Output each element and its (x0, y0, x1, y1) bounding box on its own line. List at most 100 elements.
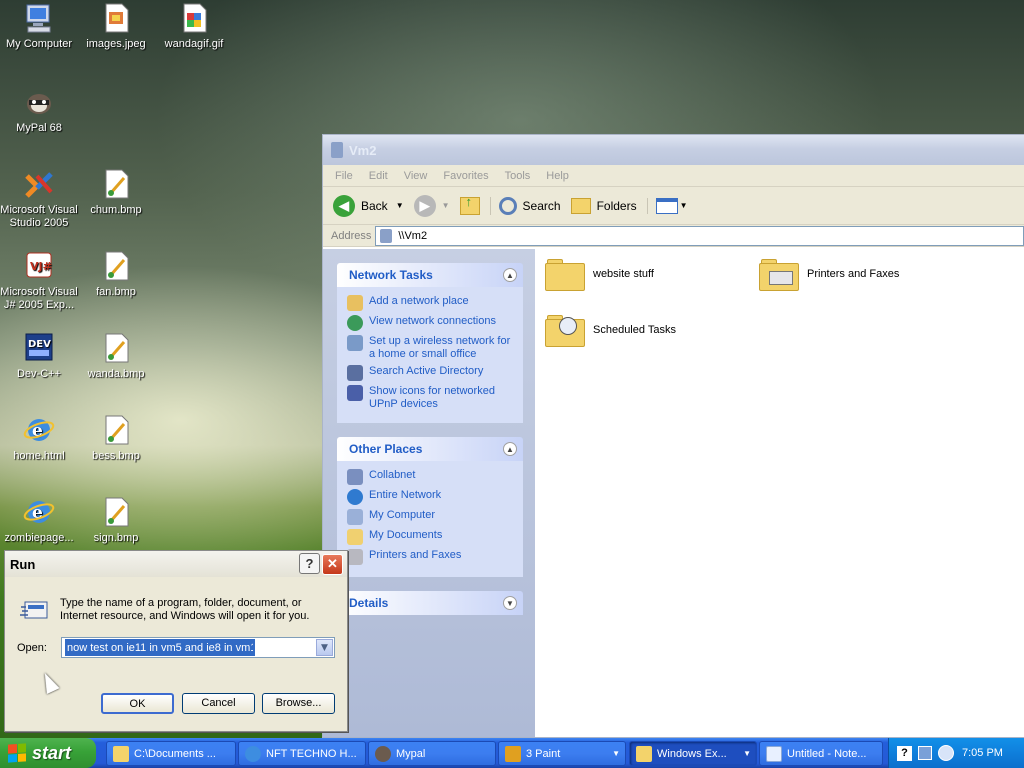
menu-view[interactable]: View (396, 170, 436, 182)
share-website-stuff[interactable]: website stuff (545, 257, 654, 291)
desktop-icon-mypal[interactable]: MyPal 68 (0, 86, 78, 135)
printers-and-faxes-item[interactable]: Printers and Faxes (759, 257, 899, 291)
task-nft-techno[interactable]: NFT TECHNO H... (238, 741, 366, 766)
desktop-icon-home-html[interactable]: e home.html (0, 414, 78, 463)
desktop-icon-wandagif[interactable]: wandagif.gif (155, 2, 233, 51)
close-button[interactable]: ✕ (322, 553, 343, 575)
desktop-icon-label: fan.bmp (96, 286, 136, 298)
forward-arrow-icon: ▶ (413, 194, 436, 217)
desktop-icon-label: My Computer (5, 38, 73, 50)
forward-button[interactable]: ▶ ▼ (413, 194, 450, 217)
browse-button[interactable]: Browse... (262, 693, 335, 714)
desktop-icon-images-jpeg[interactable]: images.jpeg (77, 2, 155, 51)
task-paint-group[interactable]: 3 Paint ▼ (498, 741, 626, 766)
scheduled-tasks-item[interactable]: Scheduled Tasks (545, 313, 676, 347)
place-my-computer[interactable]: My Computer (347, 509, 515, 525)
views-icon (655, 197, 678, 214)
desktop-icon-my-computer[interactable]: My Computer (0, 2, 78, 51)
desktop-icon-visual-studio[interactable]: Microsoft Visual Studio 2005 (0, 168, 78, 230)
taskbar: start C:\Documents ... NFT TECHNO H... M… (0, 738, 1024, 768)
start-button[interactable]: start (0, 738, 96, 768)
other-places-panel: Other Places ▲ Collabnet Entire Network … (337, 437, 523, 577)
folder-content: website stuff Printers and Faxes Schedul… (535, 249, 1024, 737)
svg-text:VJ#: VJ# (30, 260, 52, 273)
task-notepad[interactable]: Untitled - Note... (759, 741, 883, 766)
image-file-icon (100, 2, 132, 34)
task-mypal[interactable]: Mypal (368, 741, 496, 766)
folders-button[interactable]: Folders (570, 197, 637, 214)
printers-folder-icon (759, 257, 799, 291)
task-add-network-place[interactable]: Add a network place (347, 295, 515, 311)
chevron-down-icon[interactable]: ▼ (316, 639, 333, 656)
desktop-icon-chum-bmp[interactable]: chum.bmp (77, 168, 155, 217)
network-tasks-header[interactable]: Network Tasks ▲ (337, 263, 523, 287)
menu-edit[interactable]: Edit (361, 170, 396, 182)
search-button[interactable]: Search (489, 196, 561, 215)
notepad-icon (766, 745, 782, 762)
internet-explorer-icon: e (23, 414, 55, 446)
desktop-icon-visual-jsharp[interactable]: VJ# Microsoft Visual J# 2005 Exp... (0, 250, 78, 312)
clock-tray-icon[interactable] (938, 745, 954, 761)
ok-button[interactable]: OK (101, 693, 174, 714)
menu-help[interactable]: Help (538, 170, 577, 182)
details-header[interactable]: Details ▼ (337, 591, 523, 615)
task-view-network-connections[interactable]: View network connections (347, 315, 515, 331)
desktop-icon-label: bess.bmp (92, 450, 140, 462)
back-dropdown-icon[interactable]: ▼ (396, 201, 404, 210)
network-place-icon (347, 295, 363, 311)
folder-icon (636, 745, 652, 762)
place-entire-network[interactable]: Entire Network (347, 489, 515, 505)
run-title-bar[interactable]: Run ? ✕ (5, 551, 347, 577)
menu-tools[interactable]: Tools (497, 170, 539, 182)
desktop-icon-label: Dev-C++ (16, 368, 62, 380)
task-documents-folder[interactable]: C:\Documents ... (106, 741, 236, 766)
forward-dropdown-icon[interactable]: ▼ (442, 201, 450, 210)
desktop-icon-sign-bmp[interactable]: sign.bmp (77, 496, 155, 545)
address-field[interactable]: \\Vm2 (375, 225, 1024, 246)
open-input[interactable] (65, 639, 255, 656)
network-connections-icon (347, 315, 363, 331)
desktop-icon-wanda-bmp[interactable]: wanda.bmp (77, 332, 155, 381)
explorer-window[interactable]: Vm2 File Edit View Favorites Tools Help … (322, 134, 1024, 738)
back-button[interactable]: ◀ Back ▼ (333, 194, 404, 217)
network-tray-icon[interactable] (918, 746, 932, 760)
place-label: Collabnet (369, 469, 416, 481)
cancel-button[interactable]: Cancel (182, 693, 255, 714)
scheduled-tasks-icon (545, 313, 585, 347)
paint-file-icon (100, 250, 132, 282)
desktop-icon-fan-bmp[interactable]: fan.bmp (77, 250, 155, 299)
menu-favorites[interactable]: Favorites (435, 170, 496, 182)
paint-file-icon (100, 496, 132, 528)
run-title: Run (10, 556, 36, 572)
clock[interactable]: 7:05 PM (962, 747, 1003, 759)
address-bar: Address \\Vm2 (323, 225, 1024, 247)
network-computer-icon (331, 142, 343, 158)
run-dialog[interactable]: Run ? ✕ Type the name of a program, folde… (4, 550, 348, 732)
paint-file-icon (100, 332, 132, 364)
explorer-title-bar[interactable]: Vm2 (323, 135, 1024, 165)
task-upnp-devices[interactable]: Show icons for networked UPnP devices (347, 385, 515, 411)
menu-file[interactable]: File (327, 170, 361, 182)
help-tray-icon[interactable]: ? (897, 745, 912, 761)
desktop-icon-bess-bmp[interactable]: bess.bmp (77, 414, 155, 463)
task-wireless-network[interactable]: Set up a wireless network for a home or … (347, 335, 515, 361)
task-search-active-directory[interactable]: Search Active Directory (347, 365, 515, 381)
views-button[interactable]: ▼ (646, 197, 688, 214)
place-collabnet[interactable]: Collabnet (347, 469, 515, 485)
desktop-icon-zombiepage[interactable]: e zombiepage... (0, 496, 78, 545)
place-printers-and-faxes[interactable]: Printers and Faxes (347, 549, 515, 565)
expand-chevron-icon[interactable]: ▼ (503, 596, 517, 610)
desktop-icon-dev-cpp[interactable]: DEV Dev-C++ (0, 332, 78, 381)
run-program-icon (19, 599, 49, 621)
open-combobox[interactable]: ▼ (61, 637, 335, 658)
chevron-down-icon: ▼ (743, 749, 751, 758)
help-button[interactable]: ? (299, 553, 320, 575)
place-my-documents[interactable]: My Documents (347, 529, 515, 545)
other-places-header[interactable]: Other Places ▲ (337, 437, 523, 461)
documents-folder-icon (347, 529, 363, 545)
explorer-title: Vm2 (349, 142, 377, 158)
collapse-chevron-icon[interactable]: ▲ (503, 442, 517, 456)
task-windows-explorer[interactable]: Windows Ex... ▼ (629, 741, 757, 766)
up-folder-button[interactable]: ↑ (459, 194, 480, 215)
collapse-chevron-icon[interactable]: ▲ (503, 268, 517, 282)
